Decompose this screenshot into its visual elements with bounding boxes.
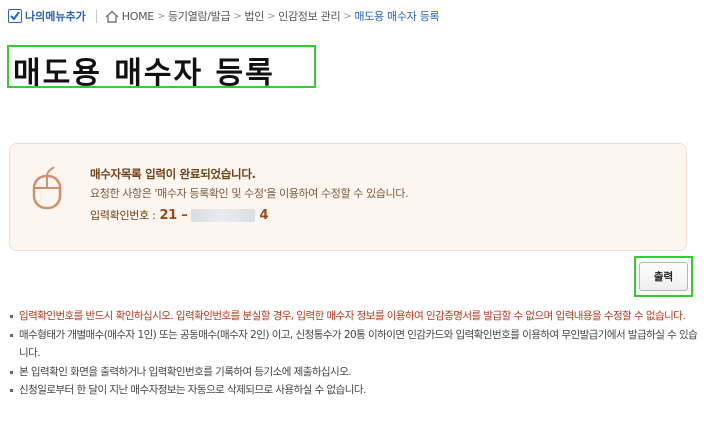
top-bar: 나의메뉴추가 HOME > 등기열람/발급 > 법인 > 인감정보 관리 > 매… [8, 6, 440, 26]
confirmation-number-suffix: 4 [259, 207, 269, 223]
breadcrumb-seal-info[interactable]: 인감정보 관리 [278, 8, 340, 24]
completion-notice: 매수자목록 입력이 완료되었습니다. 요청한 사항은 '매수자 등록확인 및 수… [9, 143, 687, 251]
check-icon [8, 9, 22, 23]
confirmation-number: 21 – 4 [160, 208, 269, 223]
breadcrumb: HOME > 등기열람/발급 > 법인 > 인감정보 관리 > 매도용 매수자 … [105, 8, 440, 24]
breadcrumb-separator: > [267, 10, 276, 22]
print-button[interactable]: 출력 [639, 262, 688, 291]
home-icon [105, 10, 119, 23]
divider [95, 9, 97, 23]
confirmation-number-label: 입력확인번호 : [90, 209, 156, 222]
page-title-highlight: 매도용 매수자 등록 [7, 45, 316, 91]
list-item: 매수형태가 개별매수(매수자 1인) 또는 공동매수(매수자 2인) 이고, 신… [9, 326, 699, 363]
list-item: 신청일로부터 한 달이 지난 매수자정보는 자동으로 삭제되므로 사용하실 수 … [9, 381, 699, 400]
list-item: 본 입력확인 화면을 출력하거나 입력확인번호를 기록하여 등기소에 제출하십시… [9, 363, 699, 382]
breadcrumb-registry[interactable]: 등기열람/발급 [168, 8, 231, 24]
list-item: 입력확인번호를 반드시 확인하십시오. 입력확인번호를 분실할 경우, 입력한 … [9, 307, 699, 326]
breadcrumb-home[interactable]: HOME [122, 10, 154, 23]
breadcrumb-separator: > [343, 10, 352, 22]
masked-number [191, 208, 256, 222]
notice-description: 요청한 사항은 '매수자 등록확인 및 수정'을 이용하여 수정할 수 있습니다… [90, 187, 409, 200]
page-title: 매도용 매수자 등록 [13, 56, 275, 91]
confirmation-number-row: 입력확인번호 : 21 – 4 [90, 207, 268, 223]
print-button-highlight: 출력 [634, 256, 693, 297]
mouse-icon [32, 166, 62, 210]
add-my-menu-label: 나의메뉴추가 [25, 10, 86, 23]
guidance-list: 입력확인번호를 반드시 확인하십시오. 입력확인번호를 분실할 경우, 입력한 … [9, 307, 699, 400]
add-my-menu-button[interactable]: 나의메뉴추가 [8, 8, 86, 24]
breadcrumb-corporation[interactable]: 법인 [244, 8, 264, 24]
breadcrumb-separator: > [233, 10, 242, 22]
breadcrumb-separator: > [156, 10, 165, 22]
confirmation-number-prefix: 21 – [159, 207, 188, 223]
notice-headline: 매수자목록 입력이 완료되었습니다. [90, 167, 256, 181]
breadcrumb-current: 매도용 매수자 등록 [354, 10, 440, 23]
